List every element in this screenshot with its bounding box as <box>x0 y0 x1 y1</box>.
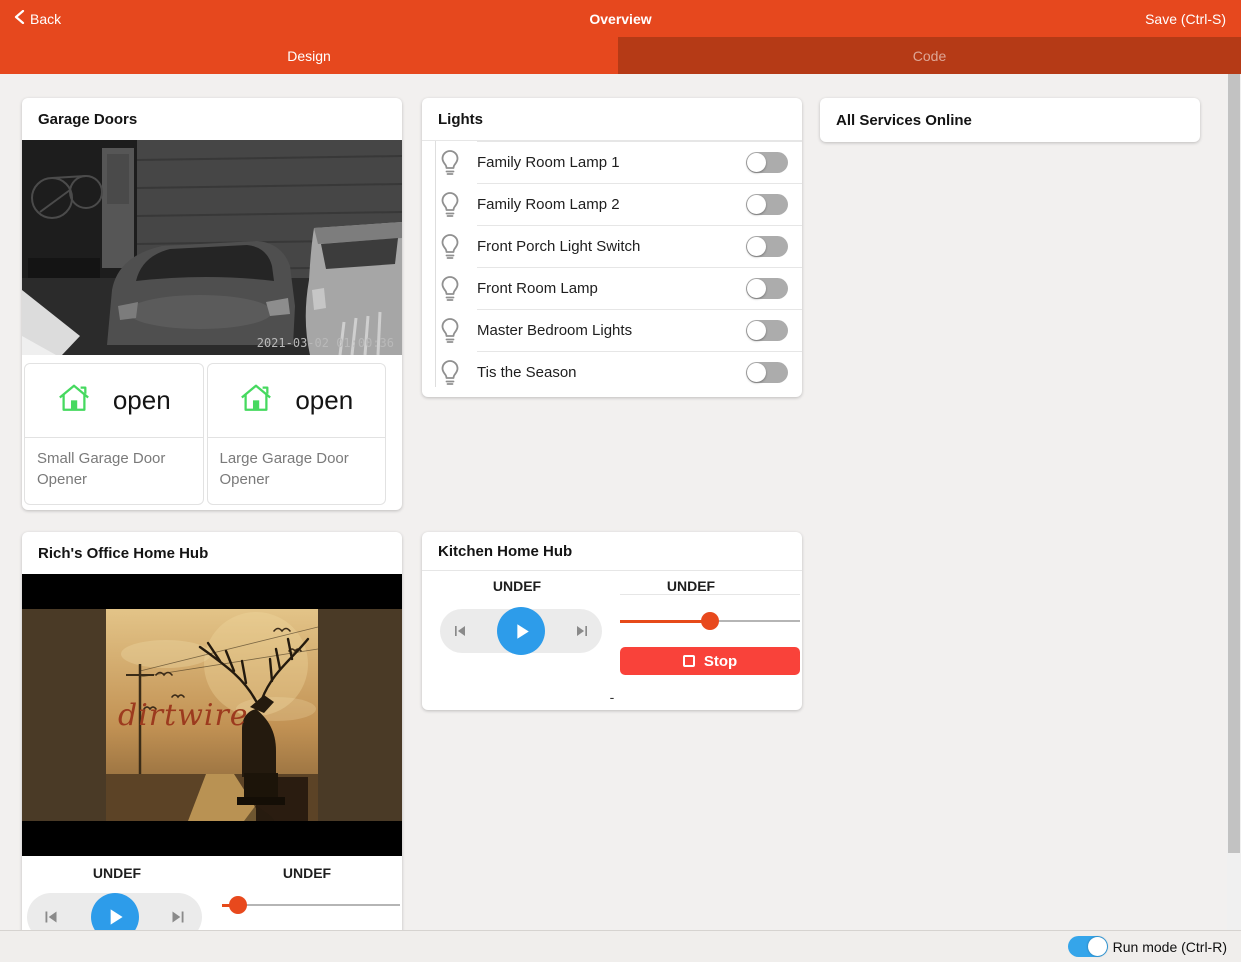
stop-button-label: Stop <box>704 653 737 670</box>
light-label: Tis the Season <box>477 364 746 381</box>
kitchen-volume-label: UNDEF <box>612 578 802 594</box>
page-title: Overview <box>0 11 1241 27</box>
garage-opener-small: open Small Garage Door Opener <box>24 363 204 505</box>
slider-knob[interactable] <box>229 896 247 914</box>
office-media-controls <box>27 893 202 930</box>
light-toggle[interactable] <box>746 320 788 341</box>
light-row: Family Room Lamp 2 <box>422 183 802 225</box>
light-toggle[interactable] <box>746 236 788 257</box>
app-window: Back Overview Save (Ctrl-S) Design Code … <box>0 0 1241 962</box>
tab-code[interactable]: Code <box>618 37 1241 74</box>
card-kitchen-home-hub: Kitchen Home Hub UNDEF UNDEF <box>422 532 802 710</box>
run-mode-label: Run mode (Ctrl-R) <box>1113 939 1227 955</box>
tab-design[interactable]: Design <box>0 37 618 74</box>
house-icon <box>57 382 91 420</box>
status-bar: Run mode (Ctrl-R) <box>0 930 1241 962</box>
lightbulb-icon <box>422 316 477 344</box>
card-garage-doors: Garage Doors <box>22 98 402 510</box>
kitchen-volume-slider[interactable] <box>620 612 800 630</box>
services-status-text: All Services Online <box>820 112 988 129</box>
kitchen-track-label: UNDEF <box>422 578 612 594</box>
light-toggle[interactable] <box>746 194 788 215</box>
play-button[interactable] <box>497 607 545 655</box>
light-row: Front Porch Light Switch <box>422 225 802 267</box>
lightbulb-icon <box>422 148 477 176</box>
slider-track <box>222 904 400 906</box>
light-toggle[interactable] <box>746 278 788 299</box>
scrollbar-track[interactable] <box>1227 74 1241 930</box>
stop-button[interactable]: Stop <box>620 647 800 675</box>
light-label: Master Bedroom Lights <box>477 322 746 339</box>
garage-open-button-small[interactable]: open <box>25 364 203 438</box>
garage-open-button-large[interactable]: open <box>208 364 386 438</box>
garage-openers: open Small Garage Door Opener <box>22 355 402 505</box>
play-button[interactable] <box>91 893 139 930</box>
card-services-status: All Services Online <box>820 98 1200 142</box>
album-title-text: dirtwire <box>118 698 249 733</box>
garage-door-state: open <box>295 385 353 416</box>
kitchen-hub-labels: UNDEF UNDEF <box>422 571 802 601</box>
scrollbar-thumb[interactable] <box>1228 74 1240 853</box>
kitchen-column-divider <box>620 594 800 595</box>
garage-camera-image: 2021-03-02 01:00:36 <box>22 140 402 355</box>
kitchen-hub-title: Kitchen Home Hub <box>422 532 802 571</box>
lightbulb-icon <box>422 232 477 260</box>
album-art: dirtwire <box>22 609 402 821</box>
stop-square-icon <box>683 655 695 667</box>
dashboard-canvas: Garage Doors <box>0 74 1241 930</box>
camera-timestamp: 2021-03-02 01:00:36 <box>257 336 394 350</box>
light-row: Family Room Lamp 1 <box>422 141 802 183</box>
garage-opener-label: Small Garage Door Opener <box>25 438 203 504</box>
lightbulb-icon <box>422 358 477 386</box>
light-label: Family Room Lamp 1 <box>477 154 746 171</box>
light-toggle[interactable] <box>746 152 788 173</box>
lightbulb-icon <box>422 274 477 302</box>
office-track-label: UNDEF <box>22 865 212 881</box>
office-hub-controls <box>22 890 402 930</box>
light-row: Tis the Season <box>422 351 802 393</box>
kitchen-hub-controls: Stop - <box>422 601 802 711</box>
slider-knob[interactable] <box>701 612 719 630</box>
card-lights: Lights Family Room Lamp 1 Family Room La… <box>422 98 802 397</box>
house-icon <box>239 382 273 420</box>
garage-opener-large: open Large Garage Door Opener <box>207 363 387 505</box>
light-row: Front Room Lamp <box>422 267 802 309</box>
garage-card-title: Garage Doors <box>22 98 402 140</box>
tab-bar: Design Code <box>0 37 1241 74</box>
garage-door-state: open <box>113 385 171 416</box>
skip-previous-button[interactable] <box>450 621 470 641</box>
light-label: Front Room Lamp <box>477 280 746 297</box>
office-volume-slider[interactable] <box>222 896 400 914</box>
office-volume-label: UNDEF <box>212 865 402 881</box>
skip-next-button[interactable] <box>572 621 592 641</box>
office-hub-artwork: dirtwire <box>22 574 402 856</box>
save-button[interactable]: Save (Ctrl-S) <box>1145 11 1226 27</box>
kitchen-media-controls <box>440 609 602 653</box>
lights-list: Family Room Lamp 1 Family Room Lamp 2 Fr… <box>422 141 802 393</box>
skip-next-button[interactable] <box>167 906 189 928</box>
top-bar: Back Overview Save (Ctrl-S) <box>0 0 1241 37</box>
office-hub-labels: UNDEF UNDEF <box>22 856 402 890</box>
slider-fill <box>620 620 710 623</box>
skip-previous-button[interactable] <box>40 906 62 928</box>
card-office-home-hub: Rich's Office Home Hub <box>22 532 402 930</box>
office-hub-title: Rich's Office Home Hub <box>22 532 402 574</box>
light-toggle[interactable] <box>746 362 788 383</box>
kitchen-footer-text: - <box>422 689 802 705</box>
light-label: Front Porch Light Switch <box>477 238 746 255</box>
lightbulb-icon <box>422 190 477 218</box>
run-mode-toggle[interactable] <box>1068 936 1108 957</box>
lights-card-title: Lights <box>422 98 802 141</box>
light-label: Family Room Lamp 2 <box>477 196 746 213</box>
light-row: Master Bedroom Lights <box>422 309 802 351</box>
garage-opener-label: Large Garage Door Opener <box>208 438 386 504</box>
